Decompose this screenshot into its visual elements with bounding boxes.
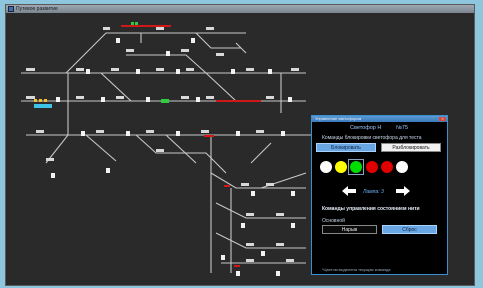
occupied-segments [34,22,261,267]
block-button[interactable]: Блокировать [316,143,376,152]
track-lines [21,32,311,273]
lamp-2[interactable] [335,161,347,173]
filament-section-label: Команды управления состоянием нити [322,206,420,212]
lamp-label: Лампа: 3 [363,189,384,195]
lamp-4[interactable] [366,161,378,173]
panel-title: Управление светофором [315,116,362,121]
lamp-5[interactable] [381,161,393,173]
lamp-3[interactable] [350,161,362,173]
panel-titlebar[interactable]: Управление светофором × [312,116,447,122]
signal-control-panel: Управление светофором × Светофор Н №75 К… [311,115,448,275]
lamp-6[interactable] [396,161,408,173]
unblock-button[interactable]: Разблокировать [381,143,441,152]
arrow-left-icon[interactable] [342,186,356,196]
close-icon[interactable]: × [439,117,446,121]
break-button[interactable]: Нарыв [322,225,377,234]
arrow-right-icon[interactable] [396,186,410,196]
window-titlebar[interactable]: Путевое развитие [6,5,474,13]
signal-number: №75 [396,125,409,131]
reset-button[interactable]: Сброс [382,225,437,234]
mode-label: Основной [322,218,345,224]
signal-name: Светофор Н [350,125,382,131]
main-window: Путевое развитие Управление светофором ×… [5,4,475,286]
app-icon [8,6,14,12]
lamp-1[interactable] [320,161,332,173]
station-labels [26,27,299,262]
block-section-label: Команды блокировки светофора для теста [322,135,422,141]
signal-blocks [51,38,295,276]
footnote: *Цветом выделена текущая команда [322,267,391,272]
window-title: Путевое развитие [16,6,58,12]
